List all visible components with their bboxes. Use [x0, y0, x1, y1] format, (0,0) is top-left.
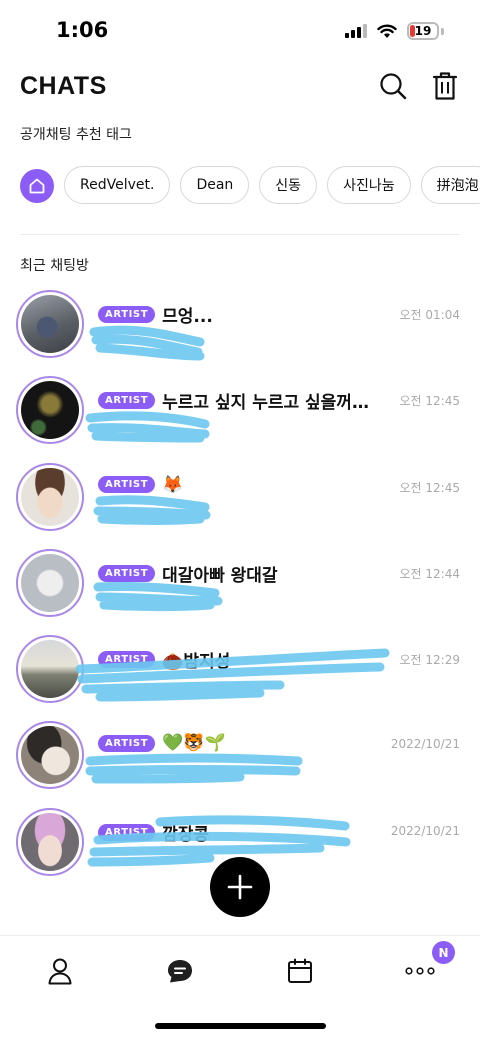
battery-icon: 19: [407, 22, 439, 40]
tag-chip[interactable]: RedVelvet.: [64, 166, 171, 204]
delete-button[interactable]: [430, 70, 460, 102]
avatar-image: [21, 467, 79, 526]
wifi-icon: [377, 24, 397, 38]
chat-row[interactable]: ARTIST 대갈아빠 왕대갈 오전 12:44: [0, 548, 480, 635]
chat-row[interactable]: ARTIST 💚🐯🌱 2022/10/21: [0, 721, 480, 807]
status-icons: 19: [345, 22, 444, 40]
avatar: [16, 290, 84, 358]
calendar-icon: [288, 958, 312, 983]
chat-name: 🦊: [162, 474, 184, 495]
chat-time: 오전 12:29: [399, 653, 460, 668]
tags-row: RedVelvet. Dean 신동 사진나눔 拼泡泡: [20, 166, 480, 206]
header: CHATS: [20, 66, 460, 106]
avatar: [16, 635, 84, 704]
recent-chats-label: 최근 채팅방: [20, 258, 89, 274]
chat-time: 2022/10/21: [390, 737, 460, 752]
artist-badge: ARTIST: [98, 306, 156, 323]
avatar-image: [21, 640, 79, 699]
status-bar: 1:06 19: [0, 0, 480, 64]
tag-chip[interactable]: Dean: [180, 166, 250, 204]
chat-time: 오전 12:45: [399, 394, 460, 409]
chat-name: 💚🐯🌱: [162, 733, 226, 754]
chat-row[interactable]: ARTIST 누르고 싶지 누르고 싶을꺼야... 오전 12:45: [0, 376, 480, 462]
nav-calendar[interactable]: [280, 954, 320, 988]
chat-title-line: ARTIST 대갈아빠 왕대갈: [98, 561, 380, 586]
plus-icon: [227, 874, 253, 900]
avatar-image: [21, 553, 79, 612]
battery-tip: [441, 27, 444, 35]
recommended-tags-label: 공개채팅 추천 태그: [20, 127, 132, 143]
avatar: [16, 462, 84, 531]
chat-row[interactable]: ARTIST 므엉... 오전 01:04: [0, 290, 480, 376]
artist-badge: ARTIST: [98, 651, 156, 669]
artist-badge: ARTIST: [98, 476, 156, 494]
artist-badge: ARTIST: [98, 734, 156, 752]
status-time: 1:06: [56, 18, 109, 42]
avatar: [16, 807, 84, 876]
chat-name: 깜장콩: [162, 824, 210, 845]
chat-name: 므엉...: [162, 307, 213, 327]
chat-title-line: ARTIST 누르고 싶지 누르고 싶을꺼야...: [98, 388, 380, 413]
avatar-image: [21, 295, 79, 353]
chat-row[interactable]: ARTIST 🌰밤지성 오전 12:29: [0, 635, 480, 721]
chat-list: ARTIST 므엉... 오전 01:04 ARTIST 누르고 싶지 누르고 …: [0, 290, 480, 894]
person-icon: [48, 958, 72, 985]
avatar: [16, 376, 84, 445]
chat-time: 오전 12:45: [399, 480, 460, 495]
search-icon: [380, 73, 407, 100]
new-chat-button[interactable]: [210, 857, 270, 917]
battery-level: 19: [414, 24, 432, 38]
chat-title-line: ARTIST 므엉...: [98, 302, 380, 327]
avatar: [16, 548, 84, 617]
chat-title-line: ARTIST 🦊: [98, 475, 380, 495]
chat-time: 2022/10/21: [390, 823, 460, 838]
avatar-image: [21, 726, 79, 785]
chat-time: 오전 01:04: [399, 308, 460, 322]
nav-chats[interactable]: [160, 954, 200, 988]
search-button[interactable]: [378, 70, 408, 102]
chat-title-line: ARTIST 깜장콩: [98, 820, 380, 845]
trash-icon: [432, 72, 458, 100]
avatar: [16, 721, 84, 790]
avatar-image: [21, 812, 79, 871]
chat-time: 오전 12:44: [399, 566, 460, 581]
chat-name: 🌰밤지성: [162, 652, 231, 673]
chat-title-line: ARTIST 💚🐯🌱: [98, 733, 380, 753]
chat-name: 대갈아빠 왕대갈: [162, 565, 278, 586]
more-dots-icon: [405, 967, 435, 975]
home-indicator: [155, 1023, 326, 1029]
notification-badge: N: [432, 941, 455, 964]
tag-chip[interactable]: 신동: [259, 166, 318, 204]
tag-chip[interactable]: 拼泡泡: [420, 166, 480, 204]
avatar-image: [21, 381, 79, 440]
divider: [20, 234, 460, 235]
chat-name: 누르고 싶지 누르고 싶을꺼야...: [162, 393, 380, 414]
cellular-signal-icon: [345, 24, 367, 38]
chat-bubble-icon: [168, 960, 192, 983]
chat-title-line: ARTIST 🌰밤지성: [98, 647, 380, 672]
artist-badge: ARTIST: [98, 392, 156, 410]
tag-home-button[interactable]: [20, 169, 54, 203]
artist-badge: ARTIST: [98, 823, 156, 841]
home-icon: [29, 178, 45, 194]
tag-chip[interactable]: 사진나눔: [327, 166, 411, 204]
nav-profile[interactable]: [40, 954, 80, 988]
chat-row[interactable]: ARTIST 🦊 오전 12:45: [0, 462, 480, 549]
artist-badge: ARTIST: [98, 564, 156, 582]
